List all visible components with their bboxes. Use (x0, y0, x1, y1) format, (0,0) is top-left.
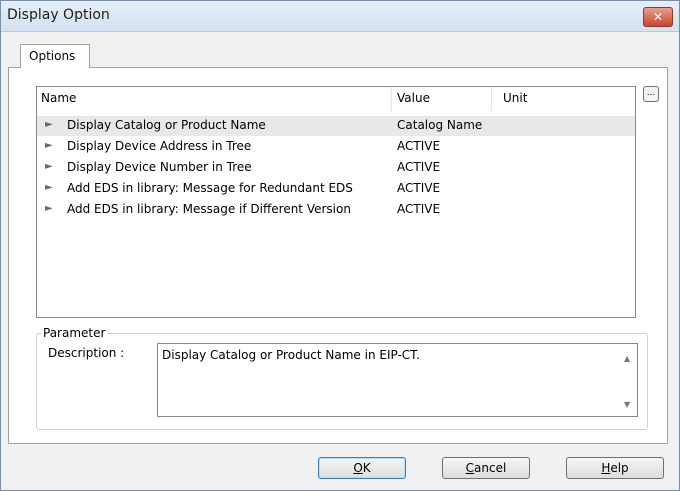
arrow-right-icon: ► (45, 203, 53, 214)
arrow-right-icon: ► (45, 161, 53, 172)
row-name: Add EDS in library: Message for Redundan… (67, 181, 353, 195)
row-name: Display Catalog or Product Name (67, 118, 266, 132)
arrow-right-icon: ► (45, 140, 53, 151)
tab-label: Options (29, 49, 76, 63)
cancel-accel: C (465, 461, 475, 475)
row-value: ACTIVE (397, 202, 441, 216)
parameter-legend: Parameter (43, 326, 106, 340)
list-row[interactable]: ► Add EDS in library: Message for Redund… (37, 179, 635, 199)
description-scrollbar[interactable]: ▲ ▼ (620, 344, 637, 416)
ok-button[interactable]: OK (318, 457, 406, 479)
column-divider[interactable] (391, 87, 392, 111)
close-icon: ✕ (652, 10, 664, 24)
list-row[interactable]: ► Display Device Address in Tree ACTIVE (37, 137, 635, 157)
ok-label-rest: K (362, 461, 371, 475)
row-value: ACTIVE (397, 139, 441, 153)
window-title: Display Option (7, 7, 110, 23)
options-list[interactable]: Name Value Unit ► Display Catalog or Pro… (36, 86, 636, 318)
help-accel: H (601, 461, 611, 475)
scroll-down-icon[interactable]: ▼ (624, 400, 630, 409)
ellipsis-button[interactable]: ... (643, 86, 659, 102)
description-label: Description : (48, 346, 125, 360)
row-value: Catalog Name (397, 118, 483, 132)
list-row[interactable]: ► Display Catalog or Product Name Catalo… (37, 116, 635, 136)
row-name: Add EDS in library: Message if Different… (67, 202, 351, 216)
column-divider[interactable] (491, 87, 492, 111)
help-button[interactable]: Help (566, 457, 664, 479)
description-field[interactable]: Display Catalog or Product Name in EIP-C… (157, 343, 638, 417)
tab-options[interactable]: Options (20, 44, 90, 68)
title-bar: Display Option ✕ (1, 1, 679, 32)
column-header-name[interactable]: Name (41, 91, 76, 105)
column-header-unit[interactable]: Unit (503, 91, 527, 105)
description-text: Display Catalog or Product Name in EIP-C… (162, 348, 420, 362)
column-header-value[interactable]: Value (397, 91, 430, 105)
close-button[interactable]: ✕ (643, 7, 673, 27)
cancel-label-rest: ancel (474, 461, 507, 475)
list-row[interactable]: ► Display Device Number in Tree ACTIVE (37, 158, 635, 178)
ok-accel: O (353, 461, 363, 475)
arrow-right-icon: ► (45, 182, 53, 193)
row-value: ACTIVE (397, 160, 441, 174)
arrow-right-icon: ► (45, 119, 53, 130)
row-value: ACTIVE (397, 181, 441, 195)
scroll-up-icon[interactable]: ▲ (624, 354, 630, 363)
list-header: Name Value Unit (37, 87, 635, 111)
cancel-button[interactable]: Cancel (442, 457, 530, 479)
list-row[interactable]: ► Add EDS in library: Message if Differe… (37, 200, 635, 220)
row-name: Display Device Address in Tree (67, 139, 252, 153)
row-name: Display Device Number in Tree (67, 160, 252, 174)
help-label-rest: elp (610, 461, 629, 475)
